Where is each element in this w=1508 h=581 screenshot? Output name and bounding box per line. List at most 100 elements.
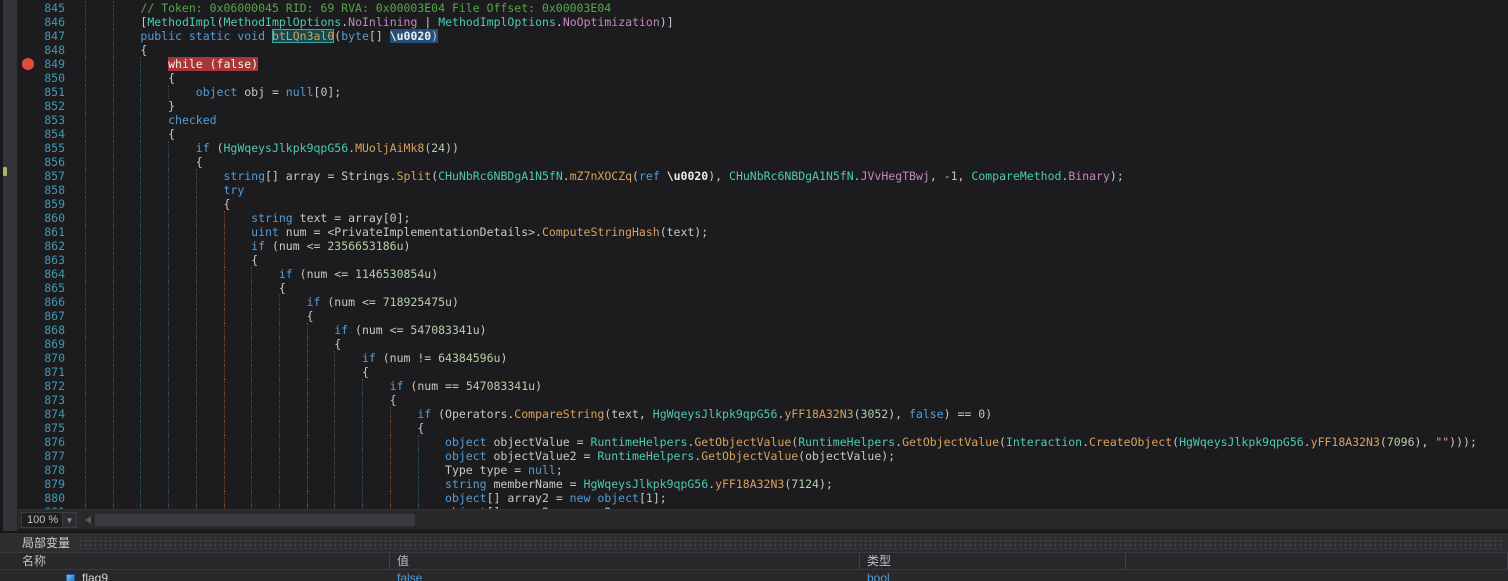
code-token: GetObjectValue [902,435,999,449]
code-line[interactable]: 869 { [17,337,1508,351]
code-line[interactable]: 870 if (num != 64384596u) [17,351,1508,365]
breakpoint-gutter[interactable] [17,421,39,435]
cell-name[interactable]: flag9 [0,570,390,581]
code-line[interactable]: 877 object objectValue2 = RuntimeHelpers… [17,449,1508,463]
breakpoint-gutter[interactable] [17,491,39,505]
code-line[interactable]: 874 if (Operators.CompareString(text, Hg… [17,407,1508,421]
breakpoint-gutter[interactable] [17,295,39,309]
breakpoint-gutter[interactable] [17,253,39,267]
code-text: { [65,43,147,57]
breakpoint-gutter[interactable] [17,15,39,29]
zoom-level-value[interactable]: 100 % [21,511,63,528]
code-line[interactable]: 880 object[] array2 = new object[1]; [17,491,1508,505]
breakpoint-gutter[interactable] [17,113,39,127]
code-line[interactable]: 859 { [17,197,1508,211]
breakpoint-gutter[interactable] [17,337,39,351]
breakpoint-gutter[interactable] [17,393,39,407]
code-line[interactable]: 858 try [17,183,1508,197]
code-line[interactable]: 867 { [17,309,1508,323]
zoom-dropdown-button[interactable]: ▼ [63,511,77,528]
breakpoint-gutter[interactable] [17,407,39,421]
breakpoint-gutter[interactable] [17,155,39,169]
code-token: public static void [140,29,272,43]
breakpoint-gutter[interactable] [17,379,39,393]
code-line[interactable]: 860 string text = array[0]; [17,211,1508,225]
code-line[interactable]: 866 if (num <= 718925475u) [17,295,1508,309]
horizontal-scrollbar-thumb[interactable] [95,513,415,526]
code-line[interactable]: 853 checked [17,113,1508,127]
breakpoint-gutter[interactable] [17,57,39,71]
indent-guide [279,463,281,477]
code-line[interactable]: 845 // Token: 0x06000045 RID: 69 RVA: 0x… [17,1,1508,15]
breakpoint-gutter[interactable] [17,239,39,253]
breakpoint-gutter[interactable] [17,71,39,85]
breakpoint-gutter[interactable] [17,477,39,491]
local-variable-row[interactable]: flag9 false bool [0,570,1508,581]
indent-guide [140,141,142,155]
breakpoint-gutter[interactable] [17,309,39,323]
zoom-control[interactable]: 100 % ▼ [21,511,77,528]
indent-guide [85,85,86,99]
breakpoint-gutter[interactable] [17,449,39,463]
breakpoint-gutter[interactable] [17,43,39,57]
code-line[interactable]: 868 if (num <= 547083341u) [17,323,1508,337]
code-line[interactable]: 850 { [17,71,1508,85]
breakpoint-gutter[interactable] [17,1,39,15]
horizontal-scrollbar[interactable] [81,510,1508,529]
breakpoint-gutter[interactable] [17,29,39,43]
code-line[interactable]: 861 uint num = <PrivateImplementationDet… [17,225,1508,239]
code-editor[interactable]: 845 // Token: 0x06000045 RID: 69 RVA: 0x… [17,0,1508,509]
code-token: { [278,281,286,295]
code-line[interactable]: 865 { [17,281,1508,295]
locals-panel-title-bar[interactable]: 局部变量 [0,533,1508,553]
code-line[interactable]: 852 } [17,99,1508,113]
column-header-name[interactable]: 名称 [0,553,390,569]
variable-value[interactable]: false [390,570,860,581]
breakpoint-gutter[interactable] [17,281,39,295]
code-line[interactable]: 871 { [17,365,1508,379]
code-line[interactable]: 875 { [17,421,1508,435]
column-header-value[interactable]: 值 [390,553,860,569]
code-line[interactable]: 846 [MethodImpl(MethodImplOptions.NoInli… [17,15,1508,29]
breakpoint-icon[interactable] [22,58,34,70]
breakpoint-gutter[interactable] [17,435,39,449]
indent-guide [85,393,86,407]
breakpoint-gutter[interactable] [17,267,39,281]
breakpoint-gutter[interactable] [17,463,39,477]
code-line[interactable]: 848 { [17,43,1508,57]
breakpoint-gutter[interactable] [17,183,39,197]
breakpoint-gutter[interactable] [17,169,39,183]
code-token: \u0020 [666,169,709,183]
code-line[interactable]: 863 { [17,253,1508,267]
code-line[interactable]: 879 string memberName = HgWqeysJlkpk9qpG… [17,477,1508,491]
indent-guide [112,477,114,491]
breakpoint-gutter[interactable] [17,211,39,225]
code-line[interactable]: 857 string[] array = Strings.Split (CHuNb… [17,169,1508,183]
breakpoint-gutter[interactable] [17,197,39,211]
code-line[interactable]: 878 Type type = null; [17,463,1508,477]
scroll-left-arrow-icon[interactable] [85,515,91,524]
breakpoint-gutter[interactable] [17,323,39,337]
breakpoint-gutter[interactable] [17,99,39,113]
code-token: 2356653186u [327,239,404,253]
breakpoint-gutter[interactable] [17,351,39,365]
breakpoint-gutter[interactable] [17,127,39,141]
code-line[interactable]: 854 { [17,127,1508,141]
breakpoint-gutter[interactable] [17,225,39,239]
code-line[interactable]: 876 object objectValue = RuntimeHelpers.… [17,435,1508,449]
breakpoint-gutter[interactable] [17,365,39,379]
code-line[interactable]: 873 { [17,393,1508,407]
code-line[interactable]: 862 if (num <= 2356653186u) [17,239,1508,253]
indent-guide [195,449,197,463]
breakpoint-gutter[interactable] [17,85,39,99]
breakpoint-gutter[interactable] [17,141,39,155]
editor-overview-scrollbar[interactable] [0,0,17,532]
code-line[interactable]: 847 public static void btLQn3al0(byte[] … [17,29,1508,43]
code-line[interactable]: 851 object obj = null[0]; [17,85,1508,99]
code-line[interactable]: 849 while (false) [17,57,1508,71]
code-line[interactable]: 856 { [17,155,1508,169]
code-line[interactable]: 872 if (num == 547083341u) [17,379,1508,393]
code-line[interactable]: 864 if (num <= 1146530854u) [17,267,1508,281]
column-header-type[interactable]: 类型 [860,553,1126,569]
code-line[interactable]: 855 if (HgWqeysJlkpk9qpG56.MUoljAiMk8(24… [17,141,1508,155]
